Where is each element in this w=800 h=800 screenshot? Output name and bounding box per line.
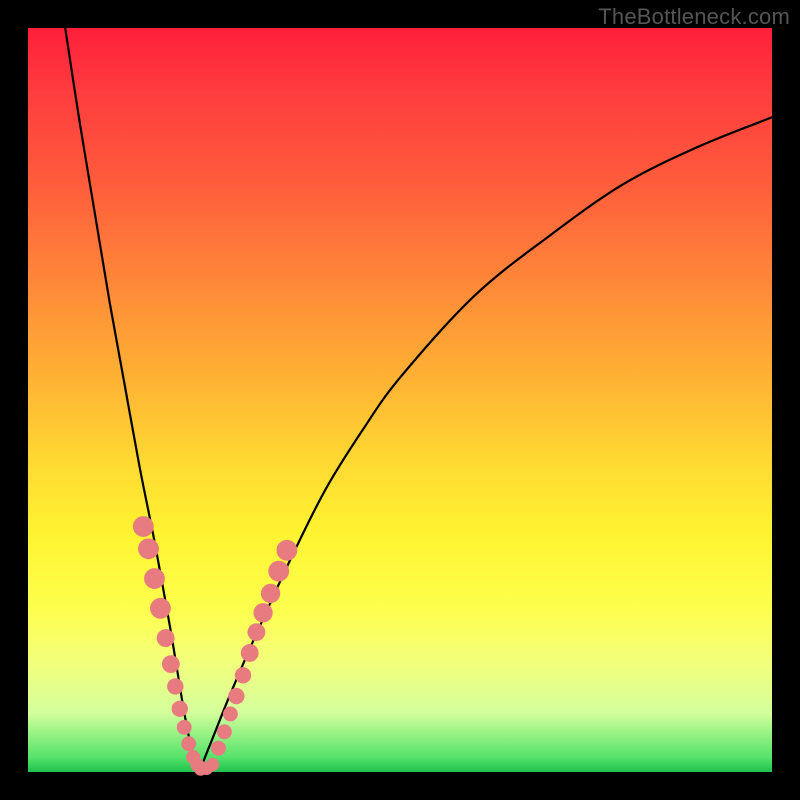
data-bead bbox=[261, 584, 280, 603]
data-bead bbox=[241, 644, 259, 662]
data-bead bbox=[172, 701, 188, 717]
curve-right bbox=[199, 117, 772, 772]
curve-left bbox=[65, 28, 199, 772]
data-bead bbox=[253, 603, 272, 622]
chart-frame: TheBottleneck.com bbox=[0, 0, 800, 800]
data-bead bbox=[138, 538, 159, 559]
data-bead bbox=[162, 655, 180, 673]
data-bead bbox=[217, 724, 232, 739]
data-bead bbox=[157, 629, 175, 647]
data-bead bbox=[167, 678, 183, 694]
data-bead bbox=[223, 707, 238, 722]
data-bead bbox=[181, 736, 196, 751]
data-bead bbox=[177, 720, 192, 735]
data-bead bbox=[211, 741, 226, 756]
data-bead bbox=[144, 568, 165, 589]
data-bead bbox=[228, 688, 244, 704]
watermark-text: TheBottleneck.com bbox=[598, 4, 790, 30]
data-bead bbox=[150, 598, 171, 619]
data-bead bbox=[268, 561, 289, 582]
plot-area bbox=[28, 28, 772, 772]
data-bead bbox=[247, 623, 265, 641]
data-bead bbox=[235, 667, 251, 683]
data-bead bbox=[276, 540, 297, 561]
data-bead bbox=[133, 516, 154, 537]
curve-layer bbox=[28, 28, 772, 772]
data-bead bbox=[206, 758, 219, 771]
